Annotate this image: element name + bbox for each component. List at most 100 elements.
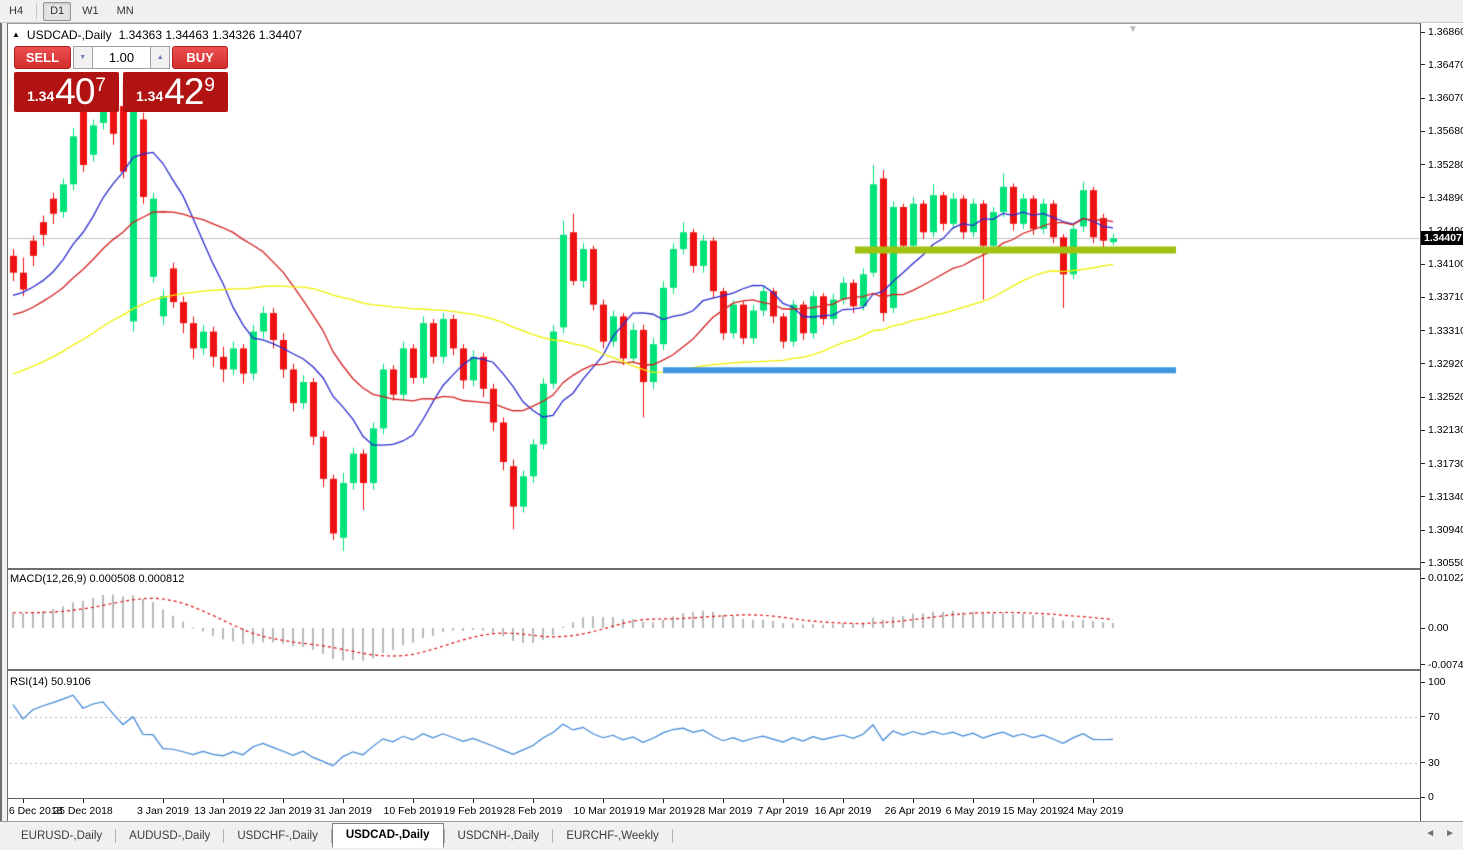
date-tick-label: 25 Dec 2018	[53, 805, 113, 817]
date-tick-label: 6 May 2019	[946, 805, 1001, 817]
date-tick-label: 28 Mar 2019	[694, 805, 753, 817]
price-axis[interactable]: 1.368601.364701.360701.356801.352801.348…	[1420, 23, 1463, 821]
rsi-axis-tick	[1421, 682, 1425, 683]
rsi-panel-canvas[interactable]	[0, 672, 1420, 798]
rsi-axis-label: 100	[1428, 676, 1446, 688]
rsi-axis-label: 70	[1428, 711, 1440, 723]
price-tick-label: 1.30940	[1428, 524, 1463, 536]
price-tick-label: 1.33710	[1428, 291, 1463, 303]
date-tick	[23, 799, 24, 803]
tab-eurusd[interactable]: EURUSD-,Daily	[8, 826, 115, 847]
panel-divider-macd[interactable]	[0, 568, 1463, 570]
timeframe-button-d1[interactable]: D1	[43, 2, 71, 21]
price-tick	[1421, 330, 1425, 331]
tab-separator	[672, 829, 673, 843]
price-tick	[1421, 463, 1425, 464]
price-tick-label: 1.34100	[1428, 258, 1463, 270]
mt4-window: H4 D1W1MN ▲ USDCAD-,Daily 1.34363 1.34463…	[0, 0, 1463, 850]
date-tick-label: 13 Jan 2019	[194, 805, 252, 817]
tab-scroll-right-icon[interactable]: ►	[1445, 827, 1455, 841]
buy-button[interactable]: BUY	[172, 46, 228, 69]
macd-axis-label: -0.00747	[1428, 659, 1463, 671]
price-tick-label: 1.31340	[1428, 491, 1463, 503]
price-tick	[1421, 164, 1425, 165]
price-tick	[1421, 397, 1425, 398]
price-tick-label: 1.32520	[1428, 391, 1463, 403]
date-tick-label: 19 Mar 2019	[634, 805, 693, 817]
price-tick	[1421, 297, 1425, 298]
price-tick-label: 1.34890	[1428, 192, 1463, 204]
tab-scroll-controls: ◄ ►	[1425, 827, 1455, 841]
price-tick	[1421, 562, 1425, 563]
tab-eurchf[interactable]: EURCHF-,Weekly	[553, 826, 671, 847]
window-left-border	[0, 23, 8, 821]
date-tick	[663, 799, 664, 803]
timeframe-button-w1[interactable]: W1	[75, 2, 106, 21]
one-click-trading-widget: SELL ▼ 1.00 ▲ BUY 1.34 40 7 1.34 42 9	[14, 46, 228, 112]
date-tick	[283, 799, 284, 803]
rsi-axis-tick	[1421, 797, 1425, 798]
sell-button[interactable]: SELL	[14, 46, 71, 69]
tab-audusd[interactable]: AUDUSD-,Daily	[116, 826, 223, 847]
timeframe-button-h4[interactable]: H4	[2, 2, 30, 21]
panel-divider-rsi[interactable]	[0, 669, 1463, 671]
volume-decrease-button[interactable]: ▼	[73, 46, 93, 69]
price-tick-label: 1.35280	[1428, 159, 1463, 171]
date-tick	[843, 799, 844, 803]
timeframe-button-mn[interactable]: MN	[110, 2, 141, 21]
tab-usdcnh[interactable]: USDCNH-,Daily	[445, 826, 553, 847]
date-axis[interactable]: 16 Dec 201825 Dec 20183 Jan 201913 Jan 2…	[0, 798, 1420, 821]
price-tick	[1421, 131, 1425, 132]
collapse-triangle-icon[interactable]: ▲	[12, 30, 20, 39]
price-tick-label: 1.32130	[1428, 424, 1463, 436]
chart-tabs: EURUSD-,DailyAUDUSD-,DailyUSDCHF-,DailyU…	[8, 823, 673, 850]
price-tick	[1421, 197, 1425, 198]
chart-shift-marker-icon[interactable]: ▼	[1128, 24, 1138, 35]
price-tick	[1421, 430, 1425, 431]
date-tick	[343, 799, 344, 803]
price-tick-label: 1.35680	[1428, 125, 1463, 137]
date-tick	[1093, 799, 1094, 803]
tab-usdchf[interactable]: USDCHF-,Daily	[224, 826, 331, 847]
tab-usdcad[interactable]: USDCAD-,Daily	[332, 823, 444, 848]
sell-price-display[interactable]: 1.34 40 7	[14, 72, 119, 112]
date-tick-label: 31 Jan 2019	[314, 805, 372, 817]
date-tick	[413, 799, 414, 803]
date-tick-label: 16 Apr 2019	[815, 805, 872, 817]
price-tick-label: 1.36470	[1428, 59, 1463, 71]
date-tick-label: 10 Feb 2019	[384, 805, 443, 817]
buy-price-pips: 42	[164, 73, 203, 111]
rsi-axis-label: 30	[1428, 757, 1440, 769]
price-tick	[1421, 530, 1425, 531]
price-tick-label: 1.32920	[1428, 358, 1463, 370]
macd-axis-tick	[1421, 664, 1425, 665]
date-tick	[913, 799, 914, 803]
date-tick	[83, 799, 84, 803]
date-tick	[723, 799, 724, 803]
buy-price-display[interactable]: 1.34 42 9	[123, 72, 228, 112]
price-tick	[1421, 64, 1425, 65]
price-tick	[1421, 98, 1425, 99]
macd-indicator-label: MACD(12,26,9) 0.000508 0.000812	[10, 573, 184, 585]
buy-price-prefix: 1.34	[136, 88, 163, 104]
rsi-axis-label: 0	[1428, 791, 1434, 803]
date-tick	[1033, 799, 1034, 803]
date-tick	[223, 799, 224, 803]
price-tick	[1421, 363, 1425, 364]
date-tick	[473, 799, 474, 803]
volume-input[interactable]: 1.00	[93, 46, 151, 69]
date-tick-label: 3 Jan 2019	[137, 805, 189, 817]
date-tick	[973, 799, 974, 803]
rsi-axis-tick	[1421, 716, 1425, 717]
tab-scroll-left-icon[interactable]: ◄	[1425, 827, 1435, 841]
chart-title: ▲ USDCAD-,Daily 1.34363 1.34463 1.34326 …	[12, 28, 302, 42]
volume-increase-button[interactable]: ▲	[150, 46, 170, 69]
chart-tab-bar: EURUSD-,DailyAUDUSD-,DailyUSDCHF-,DailyU…	[0, 821, 1463, 850]
date-tick-label: 19 Feb 2019	[444, 805, 503, 817]
macd-axis-label: 0.010229	[1428, 572, 1463, 584]
price-tick-label: 1.30550	[1428, 557, 1463, 569]
macd-panel-canvas[interactable]	[0, 571, 1420, 668]
price-tick	[1421, 32, 1425, 33]
macd-axis-tick	[1421, 628, 1425, 629]
date-tick-label: 26 Apr 2019	[885, 805, 942, 817]
